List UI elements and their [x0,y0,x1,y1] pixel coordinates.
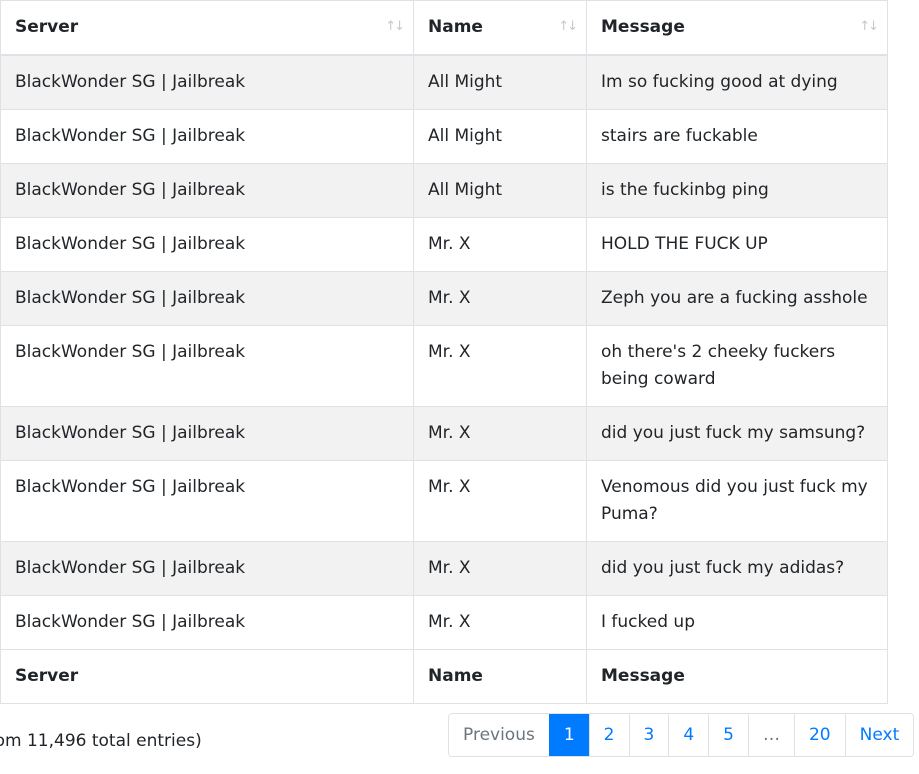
cell-message: is the fuckinbg ping [586,163,888,218]
table-row: BlackWonder SG | Jailbreak Mr. X oh ther… [0,325,888,407]
cell-name: Mr. X [413,595,587,650]
sort-icon[interactable]: ↑↓ [859,13,879,40]
cell-name: Mr. X [413,217,587,272]
page-button-2[interactable]: 2 [588,714,629,756]
footer-header-name: Name [413,649,587,704]
table-row: BlackWonder SG | Jailbreak All Might is … [0,163,888,218]
next-page-button[interactable]: Next [844,714,914,756]
cell-name: All Might [413,54,587,110]
page-button-1[interactable]: 1 [548,714,589,756]
cell-message: stairs are fuckable [586,109,888,164]
sort-icon[interactable]: ↑↓ [558,13,578,40]
cell-name: Mr. X [413,406,587,461]
cell-message: did you just fuck my adidas? [586,541,888,596]
page-button-5[interactable]: 5 [708,714,748,756]
cell-server: BlackWonder SG | Jailbreak [0,541,414,596]
footer-header-message: Message [586,649,888,704]
cell-server: BlackWonder SG | Jailbreak [0,406,414,461]
column-header-message[interactable]: Message ↑↓ [586,0,888,56]
column-header-label: Name [428,17,483,37]
cell-message: Im so fucking good at dying [586,54,888,110]
table-footer-row: Server Name Message [0,649,888,704]
cell-name: Mr. X [413,460,587,542]
page-button-4[interactable]: 4 [668,714,709,756]
table-row: BlackWonder SG | Jailbreak Mr. X Venomou… [0,460,888,542]
table-row: BlackWonder SG | Jailbreak Mr. X I fucke… [0,595,888,650]
table-row: BlackWonder SG | Jailbreak Mr. X did you… [0,541,888,596]
column-header-name[interactable]: Name ↑↓ [413,0,587,56]
cell-server: BlackWonder SG | Jailbreak [0,595,414,650]
table-header-row: Server ↑↓ Name ↑↓ Message ↑↓ [0,0,888,56]
page-button-3[interactable]: 3 [628,714,669,756]
cell-message: did you just fuck my samsung? [586,406,888,461]
table-row: BlackWonder SG | Jailbreak All Might Im … [0,54,888,110]
cell-name: All Might [413,163,587,218]
pagination-ellipsis: … [747,714,794,756]
column-header-label: Message [601,17,685,37]
cell-server: BlackWonder SG | Jailbreak [0,325,414,407]
cell-server: BlackWonder SG | Jailbreak [0,109,414,164]
cell-message: Zeph you are a fucking asshole [586,271,888,326]
table-info-text: rom 11,496 total entries) [0,731,202,751]
pagination: Previous 1 2 3 4 5 … 20 Next [448,713,915,757]
table-row: BlackWonder SG | Jailbreak Mr. X HOLD TH… [0,217,888,272]
column-header-label: Server [15,17,79,37]
cell-message: HOLD THE FUCK UP [586,217,888,272]
sort-icon[interactable]: ↑↓ [385,13,405,40]
cell-name: All Might [413,109,587,164]
cell-server: BlackWonder SG | Jailbreak [0,271,414,326]
cell-name: Mr. X [413,325,587,407]
cell-message: I fucked up [586,595,888,650]
cell-name: Mr. X [413,541,587,596]
messages-table: Server ↑↓ Name ↑↓ Message ↑↓ BlackWonder… [0,0,888,704]
table-row: BlackWonder SG | Jailbreak Mr. X did you… [0,406,888,461]
cell-message: oh there's 2 cheeky fuckers being coward [586,325,888,407]
cell-message: Venomous did you just fuck my Puma? [586,460,888,542]
cell-server: BlackWonder SG | Jailbreak [0,163,414,218]
cell-server: BlackWonder SG | Jailbreak [0,54,414,110]
page: Server ↑↓ Name ↑↓ Message ↑↓ BlackWonder… [0,0,919,774]
previous-page-button[interactable]: Previous [449,714,549,756]
table-row: BlackWonder SG | Jailbreak Mr. X Zeph yo… [0,271,888,326]
cell-name: Mr. X [413,271,587,326]
column-header-server[interactable]: Server ↑↓ [0,0,414,56]
page-button-20[interactable]: 20 [793,714,845,756]
table-row: BlackWonder SG | Jailbreak All Might sta… [0,109,888,164]
footer-header-server: Server [0,649,414,704]
cell-server: BlackWonder SG | Jailbreak [0,217,414,272]
cell-server: BlackWonder SG | Jailbreak [0,460,414,542]
